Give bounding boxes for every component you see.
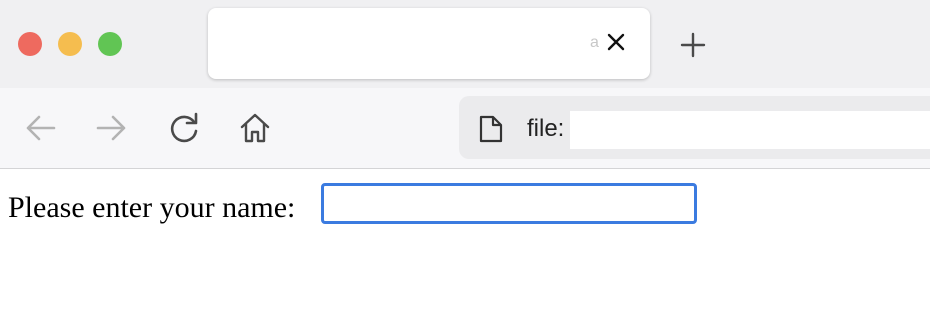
home-icon[interactable] [237, 110, 273, 146]
document-icon [478, 114, 504, 144]
close-icon[interactable] [604, 30, 628, 54]
url-text[interactable] [570, 111, 930, 149]
browser-tab[interactable] [208, 8, 650, 79]
close-window-button[interactable] [18, 32, 42, 56]
arrow-right-icon[interactable] [94, 110, 130, 146]
minimize-window-button[interactable] [58, 32, 82, 56]
name-input[interactable] [321, 183, 697, 224]
arrow-left-icon[interactable] [22, 110, 58, 146]
reload-icon[interactable] [166, 110, 202, 146]
zoom-window-button[interactable] [98, 32, 122, 56]
plus-icon[interactable] [678, 30, 708, 60]
tab-title-overflow: a [590, 34, 599, 51]
url-scheme: file: [527, 115, 565, 142]
name-prompt-label: Please enter your name: [8, 191, 296, 224]
